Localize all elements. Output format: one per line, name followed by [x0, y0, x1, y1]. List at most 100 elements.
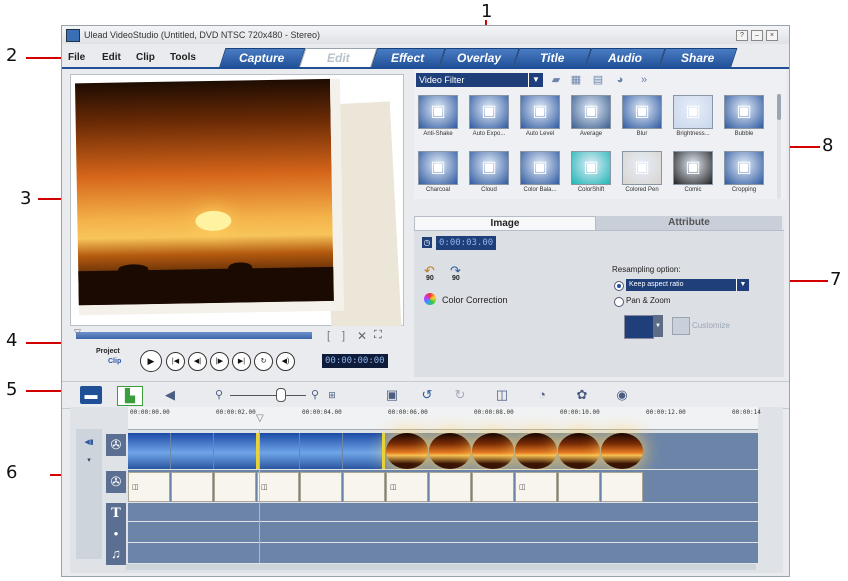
- ripple-button[interactable]: ▾: [80, 455, 98, 467]
- video-clip[interactable]: [300, 433, 342, 469]
- library-item[interactable]: ▣ Colored Pen: [620, 151, 664, 195]
- video-clip[interactable]: [214, 433, 256, 469]
- tab-title[interactable]: Title: [512, 48, 592, 69]
- library-scrollbar[interactable]: [777, 94, 781, 199]
- library-item[interactable]: ▣ Average: [569, 95, 613, 139]
- volume-button[interactable]: ◀): [276, 352, 295, 371]
- library-manager-icon[interactable]: ▤: [590, 72, 606, 88]
- undo-icon[interactable]: ↺: [417, 386, 437, 404]
- menu-edit[interactable]: Edit: [102, 52, 121, 63]
- library-item[interactable]: ▣ Anti-Shake: [416, 95, 460, 139]
- transition-marker[interactable]: [382, 433, 385, 469]
- zoom-slider-knob[interactable]: [276, 388, 286, 402]
- video-clip[interactable]: [257, 433, 299, 469]
- library-item[interactable]: ▣ Brightness...: [671, 95, 715, 139]
- tab-effect[interactable]: Effect: [370, 48, 446, 69]
- video-clip[interactable]: [515, 433, 557, 469]
- overlay-clip[interactable]: ◫: [515, 472, 557, 502]
- preview-window[interactable]: [70, 74, 404, 345]
- video-clip[interactable]: [558, 433, 600, 469]
- video-track[interactable]: [128, 433, 758, 469]
- batch-convert-icon[interactable]: ◔: [532, 386, 552, 404]
- tab-edit[interactable]: Edit: [298, 48, 378, 69]
- color-correction-label[interactable]: Color Correction: [442, 295, 508, 305]
- end-button[interactable]: ▶|: [232, 352, 251, 371]
- overlay-track[interactable]: ◫ ◫ ◫ ◫: [128, 470, 758, 502]
- clip-label[interactable]: Clip: [108, 358, 121, 365]
- insert-media-icon[interactable]: ▣: [382, 386, 402, 404]
- customize-button[interactable]: Customize: [692, 321, 730, 330]
- tab-audio[interactable]: Audio: [584, 48, 666, 69]
- dvd-icon[interactable]: ◉: [612, 386, 632, 404]
- video-clip[interactable]: [128, 433, 170, 469]
- library-item[interactable]: ▣ Blur: [620, 95, 664, 139]
- previous-frame-button[interactable]: ◀|: [188, 352, 207, 371]
- menu-clip[interactable]: Clip: [136, 52, 155, 63]
- tab-attribute[interactable]: Attribute: [596, 216, 782, 230]
- cut-icon[interactable]: ✕: [357, 329, 367, 343]
- overlay-clip[interactable]: ◫: [128, 472, 170, 502]
- video-clip[interactable]: [601, 433, 643, 469]
- jog-knob-icon[interactable]: ▽: [74, 327, 81, 338]
- overlay-clip[interactable]: [300, 472, 342, 502]
- resampling-select[interactable]: Keep aspect ratio: [626, 279, 736, 291]
- chevron-down-icon[interactable]: ▼: [736, 279, 749, 291]
- auto-music-icon[interactable]: ✿: [572, 386, 592, 404]
- title-track[interactable]: [128, 503, 758, 521]
- overlay-clip[interactable]: ◫: [386, 472, 428, 502]
- video-clip[interactable]: [386, 433, 428, 469]
- library-item[interactable]: ▣ Auto Level: [518, 95, 562, 139]
- storyboard-view-button[interactable]: ▬: [80, 386, 102, 404]
- library-item[interactable]: ▣ Cropping: [722, 151, 766, 195]
- voice-track[interactable]: [128, 522, 758, 542]
- playhead-icon[interactable]: ▽: [256, 413, 264, 424]
- menu-tools[interactable]: Tools: [170, 52, 196, 63]
- options-icon[interactable]: ◕: [612, 72, 628, 88]
- library-item[interactable]: ▣ Comic: [671, 151, 715, 195]
- overlay-clip[interactable]: [472, 472, 514, 502]
- zoom-out-icon[interactable]: ⚲: [212, 386, 226, 404]
- library-scroll-thumb[interactable]: [777, 94, 781, 120]
- pan-zoom-label[interactable]: Pan & Zoom: [626, 296, 670, 305]
- overlay-clip[interactable]: [343, 472, 385, 502]
- track-toggle-button[interactable]: ◀▮: [80, 437, 98, 449]
- library-item[interactable]: ▣ Auto Expo...: [467, 95, 511, 139]
- overlay-clip[interactable]: [171, 472, 213, 502]
- filter-icon[interactable]: ▦: [568, 72, 584, 88]
- mark-in-button[interactable]: [: [327, 330, 330, 342]
- project-label[interactable]: Project: [96, 348, 120, 355]
- overlay-clip[interactable]: [214, 472, 256, 502]
- video-clip[interactable]: [472, 433, 514, 469]
- library-item[interactable]: ▣ Bubble: [722, 95, 766, 139]
- overlay-clip[interactable]: [601, 472, 643, 502]
- overlay-clip[interactable]: ◫: [257, 472, 299, 502]
- timeline-view-button[interactable]: ▙: [117, 386, 143, 406]
- pan-zoom-radio[interactable]: [614, 297, 624, 307]
- timeline-horizontal-scrollbar[interactable]: [126, 564, 756, 570]
- fit-project-icon[interactable]: ⊞: [326, 386, 338, 404]
- smart-proxy-icon[interactable]: ◫: [492, 386, 512, 404]
- library-category-select[interactable]: Video Filter: [416, 73, 528, 87]
- expand-icon[interactable]: »: [636, 72, 652, 88]
- keep-aspect-radio[interactable]: [614, 281, 624, 291]
- timecode-display[interactable]: 00:00:00:00: [322, 354, 388, 368]
- home-button[interactable]: |◀: [166, 352, 185, 371]
- video-clip[interactable]: [171, 433, 213, 469]
- tab-overlay[interactable]: Overlay: [438, 48, 520, 69]
- close-button[interactable]: ×: [766, 30, 778, 41]
- video-clip[interactable]: [343, 433, 385, 469]
- jog-slider[interactable]: [76, 332, 312, 339]
- overlay-clip[interactable]: [558, 472, 600, 502]
- repeat-button[interactable]: ↻: [254, 352, 273, 371]
- help-button[interactable]: ?: [736, 30, 748, 41]
- overlay-clip[interactable]: [429, 472, 471, 502]
- audio-view-button[interactable]: ◀: [160, 386, 180, 404]
- tab-share[interactable]: Share: [658, 48, 738, 69]
- timeline-ruler[interactable]: 00:00:00.00 00:00:02.00 00:00:04.00 00:00:0…: [128, 407, 761, 430]
- folder-icon[interactable]: ▰: [548, 72, 564, 88]
- customize-icon[interactable]: [672, 317, 690, 335]
- chevron-down-icon[interactable]: ▼: [528, 73, 543, 87]
- tab-capture[interactable]: Capture: [218, 48, 306, 69]
- duration-field[interactable]: 0:00:03.00: [436, 236, 497, 250]
- redo-icon[interactable]: ↻: [450, 386, 470, 404]
